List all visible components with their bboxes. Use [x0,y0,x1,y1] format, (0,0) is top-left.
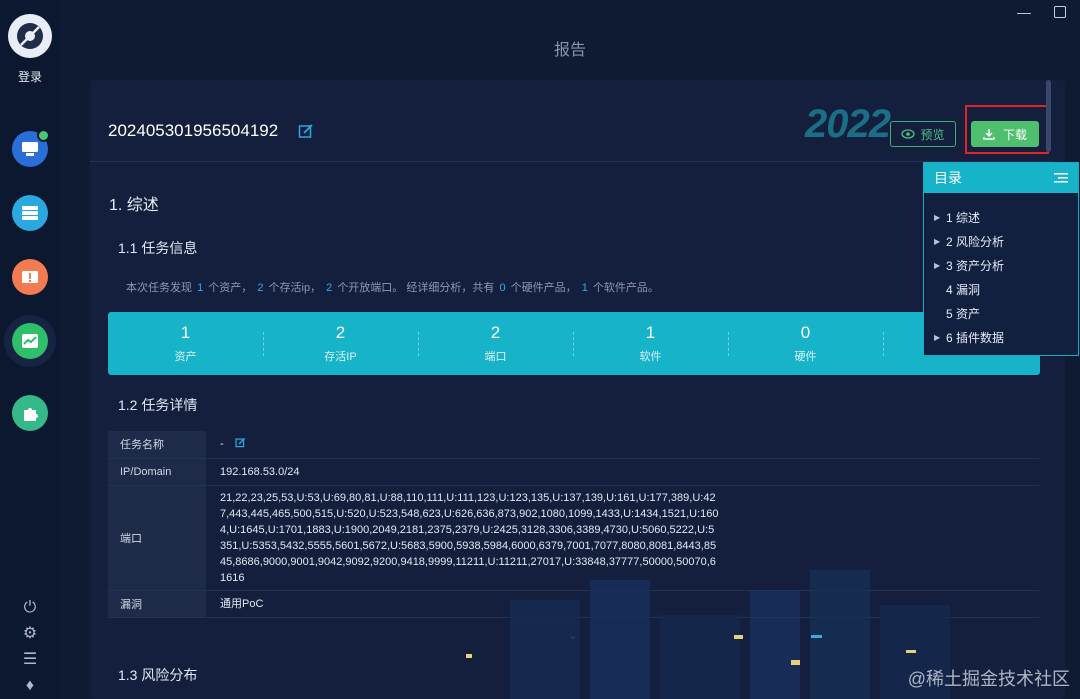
table-row: 任务名称 - [108,431,1039,459]
toc-item-risk[interactable]: ▶ 2 风险分析 [934,229,1078,253]
section-risk-distribution: 1.3 风险分布 [118,667,198,683]
window-controls: — [1016,4,1068,20]
sidebar-item-plugins[interactable] [12,395,48,431]
stat-hardware: 0 硬件 [728,312,883,375]
preview-button[interactable]: 预览 [890,121,956,147]
toc-header: 目录 [924,163,1078,193]
preview-label: 预览 [920,127,945,142]
summary-hw-count: 0 [499,282,506,294]
scrollbar[interactable] [1046,80,1051,152]
stats-bar: 1 资产 2 存活IP 2 端口 1 软件 0 硬件 [108,312,1040,375]
rocket-logo-icon [17,23,43,49]
edit-icon[interactable] [298,123,314,139]
ip-domain-value: 192.168.53.0/24 [206,458,1039,486]
toc-item-overview[interactable]: ▶ 1 综述 [934,205,1078,229]
power-icon[interactable]: ⏻ [24,599,37,617]
download-button[interactable]: 下载 [971,121,1039,147]
left-sidebar: 登录 ⏻ ⚙ ☰ ♦ [0,0,60,699]
page-title: 报告 [553,42,586,59]
toc-collapse-icon[interactable] [1054,172,1068,184]
check-badge-icon [37,129,50,142]
sidebar-item-report[interactable] [4,315,56,367]
toc-panel: 目录 ▶ 1 综述 ▶ 2 风险分析 ▶ 3 资产分析 4 漏洞 5 资产 ▶ [923,162,1079,356]
summary-assets-count: 1 [197,282,204,294]
watermark-text: @稀土掘金技术社区 [907,669,1070,689]
toc-list: ▶ 1 综述 ▶ 2 风险分析 ▶ 3 资产分析 4 漏洞 5 资产 ▶ 6 插… [924,193,1078,349]
caret-right-icon: ▶ [934,212,941,222]
task-name-key: 任务名称 [108,431,206,459]
ip-domain-key: IP/Domain [108,458,206,486]
caret-right-icon: ▶ [934,260,941,270]
toc-title: 目录 [934,170,962,186]
download-icon [983,129,995,140]
list-icon [22,206,38,220]
stat-alive-ip: 2 存活IP [263,312,418,375]
report-header: 202405301956504192 2022 预览 下载 [90,80,1053,162]
settings-gear-icon[interactable]: ⚙ [23,625,37,643]
alert-board-icon [22,271,38,283]
year-watermark: 2022 [805,102,891,146]
download-label: 下载 [1002,127,1027,142]
login-label[interactable]: 登录 [18,68,42,85]
stat-software: 1 软件 [573,312,728,375]
task-summary: 本次任务发现 1 个资产， 2 个存活ip， 2 个开放端口。 经详细分析，共有… [126,282,659,294]
task-name-value: - [220,438,224,451]
caret-right-icon: ▶ [934,332,941,342]
toc-item-vuln[interactable]: 4 漏洞 [934,277,1078,301]
sidebar-item-list[interactable] [12,195,48,231]
monitor-icon [22,142,38,156]
stat-ports: 2 端口 [418,312,573,375]
toc-item-assets[interactable]: 5 资产 [934,301,1078,325]
section-task-detail: 1.2 任务详情 [118,397,198,413]
table-row: IP/Domain 192.168.53.0/24 [108,458,1039,486]
sidebar-item-vuln[interactable] [12,259,48,295]
sidebar-item-tasks[interactable] [12,129,50,167]
edit-task-name-icon[interactable] [235,437,246,448]
summary-alive-count: 2 [257,282,264,294]
section-overview: 1. 综述 [109,197,159,214]
vuln-key: 漏洞 [108,590,206,618]
summary-sw-count: 1 [581,282,588,294]
section-task-info: 1.1 任务信息 [118,240,198,256]
diamond-icon[interactable]: ♦ [26,677,34,695]
stat-assets: 1 资产 [174,323,197,363]
app-logo[interactable] [8,14,52,58]
menu-icon[interactable]: ☰ [23,651,37,669]
eye-icon [901,129,916,139]
summary-ports-count: 2 [326,282,333,294]
chart-icon [22,334,38,348]
minimize-icon[interactable]: — [1016,4,1032,20]
toc-item-plugin-data[interactable]: ▶ 6 插件数据 [934,325,1078,349]
port-key: 端口 [108,485,206,591]
puzzle-icon [24,408,38,421]
toc-item-asset-analysis[interactable]: ▶ 3 资产分析 [934,253,1078,277]
report-id: 202405301956504192 [108,121,279,140]
caret-right-icon: ▶ [934,236,941,246]
maximize-icon[interactable] [1052,4,1068,20]
